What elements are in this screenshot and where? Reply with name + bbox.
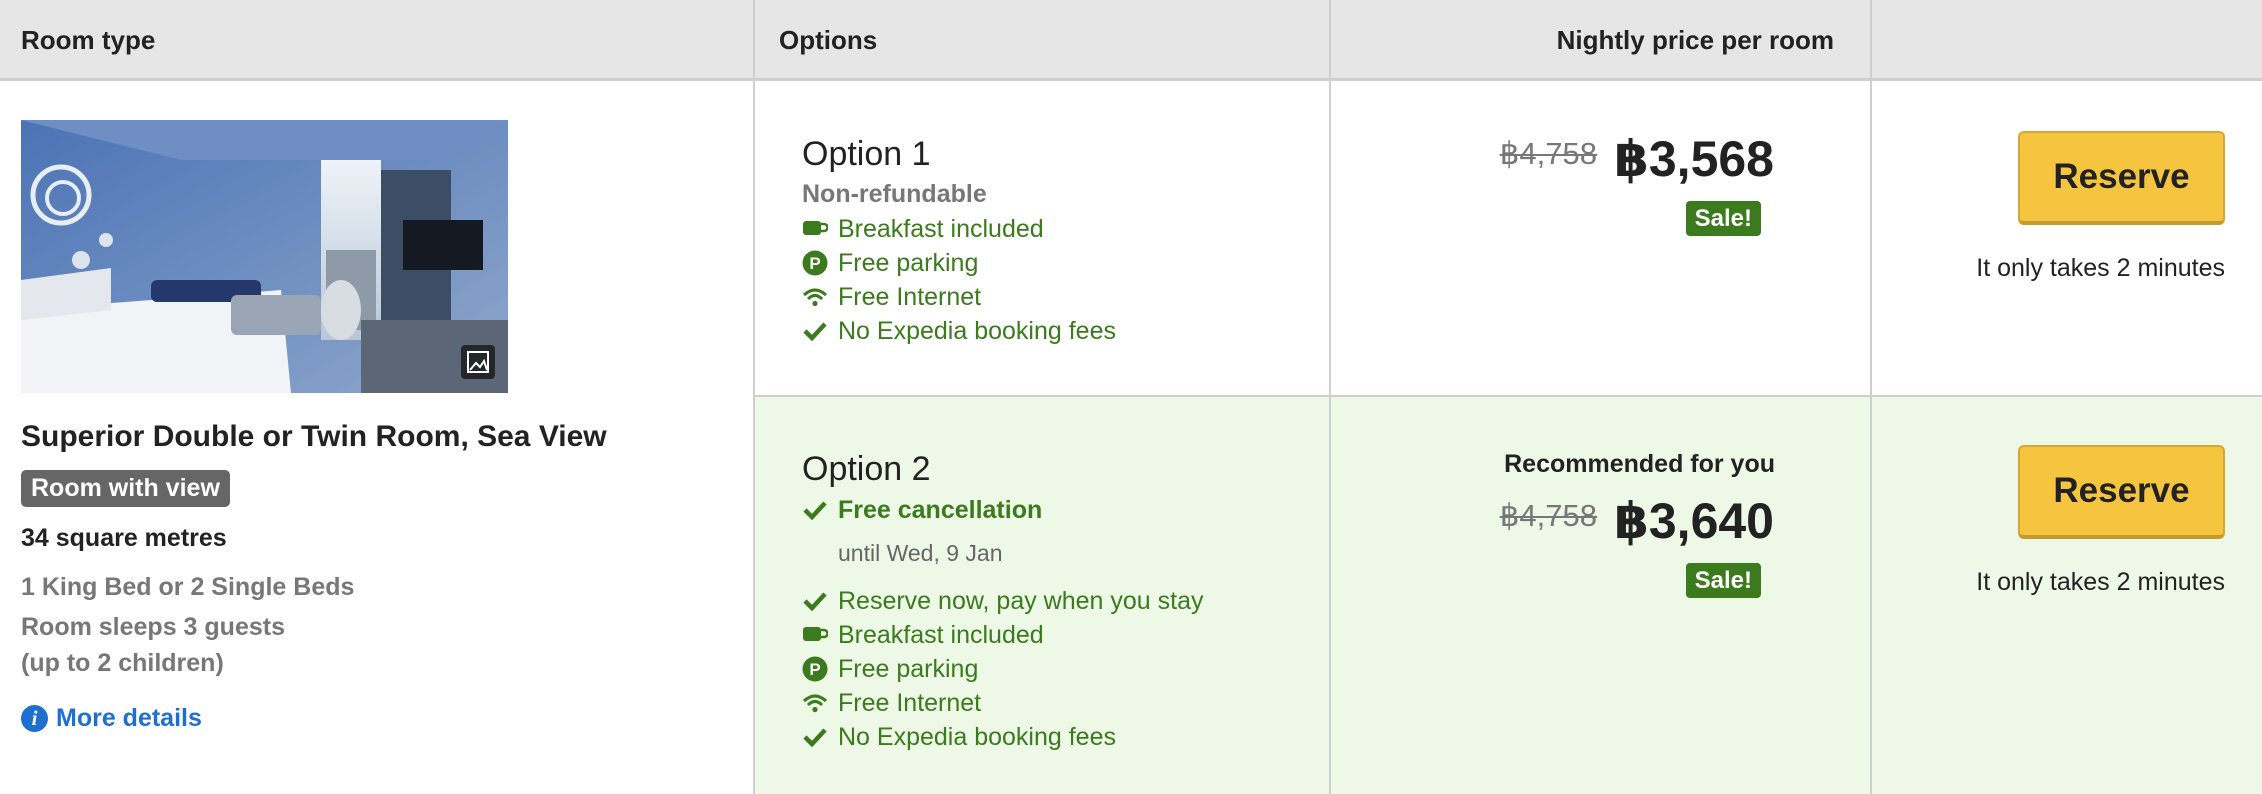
original-price: ฿4,758	[1499, 136, 1597, 171]
header-nightly-price: Nightly price per room	[1556, 25, 1834, 55]
option-2-title: Option 2	[802, 450, 931, 488]
coffee-cup-icon	[802, 216, 828, 242]
feature-label: Free Internet	[838, 688, 982, 717]
room-photo-image	[21, 120, 508, 393]
svg-text:P: P	[809, 254, 820, 273]
room-title: Superior Double or Twin Room, Sea View	[21, 420, 607, 453]
parking-icon: P	[802, 250, 828, 276]
feature-pay-when-you-stay: Reserve now, pay when you stay	[802, 585, 1203, 617]
feature-parking: P Free parking	[802, 247, 978, 279]
more-details-link[interactable]: i More details	[21, 704, 202, 733]
header-options: Options	[779, 25, 878, 55]
cancellation-deadline: until Wed, 9 Jan	[838, 540, 1003, 566]
header-room-type: Room type	[21, 25, 156, 55]
feature-label: Breakfast included	[838, 214, 1044, 243]
wifi-icon	[802, 284, 828, 310]
feature-label: Free cancellation	[838, 495, 1043, 524]
more-details-label: More details	[56, 704, 202, 732]
feature-label: Reserve now, pay when you stay	[838, 586, 1204, 615]
feature-label: Free parking	[838, 248, 979, 277]
feature-no-booking-fees: No Expedia booking fees	[802, 721, 1116, 753]
check-icon	[802, 724, 828, 750]
reserve-button[interactable]: Reserve	[2018, 445, 2225, 539]
row-divider	[754, 395, 2262, 397]
feature-parking: P Free parking	[802, 653, 978, 685]
info-icon: i	[21, 705, 48, 732]
room-with-view-badge: Room with view	[21, 470, 230, 507]
parking-icon: P	[802, 656, 828, 682]
feature-label: Free Internet	[838, 282, 982, 311]
feature-label: No Expedia booking fees	[838, 722, 1116, 751]
feature-label: Free parking	[838, 654, 979, 683]
room-children: (up to 2 children)	[21, 649, 224, 677]
column-divider	[1870, 0, 1872, 794]
table-header	[0, 0, 2262, 81]
sale-badge: Sale!	[1685, 201, 1761, 236]
recommended-label: Recommended for you	[1504, 450, 1775, 478]
reserve-note: It only takes 2 minutes	[1976, 568, 2225, 596]
check-icon	[802, 318, 828, 344]
feature-breakfast: Breakfast included	[802, 213, 1044, 245]
coffee-cup-icon	[802, 622, 828, 648]
room-photo[interactable]	[21, 120, 508, 393]
wifi-icon	[802, 690, 828, 716]
column-divider	[753, 0, 755, 794]
option-1-title: Option 1	[802, 135, 931, 173]
feature-label: Breakfast included	[838, 620, 1044, 649]
feature-breakfast: Breakfast included	[802, 619, 1044, 651]
svg-text:P: P	[809, 660, 820, 679]
room-beds: 1 King Bed or 2 Single Beds	[21, 573, 355, 601]
sale-badge: Sale!	[1685, 563, 1761, 598]
check-icon	[802, 497, 828, 523]
feature-internet: Free Internet	[802, 687, 981, 719]
non-refundable-label: Non-refundable	[802, 180, 987, 208]
room-sleeps: Room sleeps 3 guests	[21, 613, 285, 641]
room-size: 34 square metres	[21, 524, 227, 552]
feature-no-booking-fees: No Expedia booking fees	[802, 315, 1116, 347]
original-price: ฿4,758	[1499, 498, 1597, 533]
reserve-note: It only takes 2 minutes	[1976, 254, 2225, 282]
sale-price: ฿3,568	[1614, 131, 1774, 187]
check-icon	[802, 588, 828, 614]
sale-price: ฿3,640	[1614, 493, 1774, 549]
column-divider	[1329, 0, 1331, 794]
feature-free-cancellation: Free cancellation	[802, 494, 1042, 526]
feature-label: No Expedia booking fees	[838, 316, 1116, 345]
reserve-button[interactable]: Reserve	[2018, 131, 2225, 225]
feature-internet: Free Internet	[802, 281, 981, 313]
